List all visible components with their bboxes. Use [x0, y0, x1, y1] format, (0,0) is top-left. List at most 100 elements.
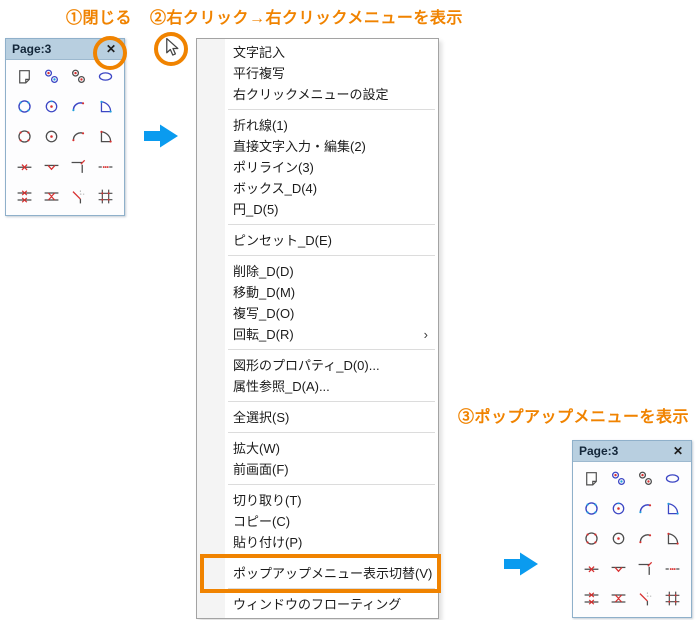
menu-item[interactable]: 図形のプロパティ_D(0)...: [197, 355, 438, 376]
arc-dark-icon[interactable]: [637, 530, 654, 547]
menu-item[interactable]: 移動_D(M): [197, 282, 438, 303]
arrow-right-icon: [503, 551, 539, 582]
arrow-right-icon: [143, 123, 179, 154]
menu-item[interactable]: 右クリックメニューの設定: [197, 84, 438, 105]
menu-item[interactable]: 文字記入: [197, 42, 438, 63]
menu-item[interactable]: ウィンドウのフローティング: [197, 594, 438, 615]
double-line-break-icon[interactable]: [583, 590, 600, 607]
menu-item[interactable]: 回転_D(R) ›: [197, 324, 438, 345]
palette-title: Page:3: [579, 444, 619, 458]
double-circle-dark-icon[interactable]: [637, 470, 654, 487]
circle-center-dark-icon[interactable]: [610, 530, 627, 547]
close-highlight-ring: [93, 36, 127, 70]
fan-dark-icon[interactable]: [664, 530, 681, 547]
menu-item[interactable]: 全選択(S): [197, 407, 438, 428]
double-line-break-icon[interactable]: [16, 188, 33, 205]
menu-item[interactable]: 前画面(F): [197, 459, 438, 480]
menu-item[interactable]: 折れ線(1): [197, 115, 438, 136]
menu-item-label: 文字記入: [233, 45, 286, 60]
circle-center-blue-icon[interactable]: [610, 500, 627, 517]
circle-center-dark-icon[interactable]: [43, 128, 60, 145]
menu-item[interactable]: ポリライン(3): [197, 157, 438, 178]
double-line-vertex-icon[interactable]: [43, 188, 60, 205]
palette-icon-grid: [573, 462, 691, 611]
menu-item[interactable]: ポップアップメニュー表示切替(V): [197, 554, 441, 593]
menu-item[interactable]: 複写_D(O): [197, 303, 438, 324]
menu-separator: [228, 557, 435, 558]
menu-item[interactable]: 貼り付け(P): [197, 532, 438, 553]
menu-separator: [228, 349, 435, 350]
double-line-vertex-icon[interactable]: [610, 590, 627, 607]
fan-blue-icon[interactable]: [664, 500, 681, 517]
mouse-cursor-icon: [162, 37, 181, 63]
menu-item-label: 全選択(S): [233, 410, 290, 425]
menu-item[interactable]: 切り取り(T): [197, 490, 438, 511]
menu-item[interactable]: ボックス_D(4): [197, 178, 438, 199]
menu-separator: [228, 255, 435, 256]
palette-title: Page:3: [12, 42, 52, 56]
circle-nodes-blue-icon[interactable]: [16, 98, 33, 115]
line-break-icon[interactable]: [583, 560, 600, 577]
circle-nodes-dark-icon[interactable]: [583, 530, 600, 547]
ellipse-icon[interactable]: [97, 68, 114, 85]
circle-center-blue-icon[interactable]: [43, 98, 60, 115]
menu-item-label: ポップアップメニュー表示切替(V): [233, 566, 433, 581]
menu-item[interactable]: 属性参照_D(A)...: [197, 376, 438, 397]
menu-item-label: 回転_D(R): [233, 327, 294, 342]
menu-item[interactable]: 削除_D(D): [197, 261, 438, 282]
double-circle-blue-icon[interactable]: [43, 68, 60, 85]
menu-item[interactable]: 平行複写: [197, 63, 438, 84]
chamfer-line-icon[interactable]: [637, 590, 654, 607]
ellipse-icon[interactable]: [664, 470, 681, 487]
tutorial-page: ①閉じる ②右クリック→右クリックメニューを表示 ③ポップアップメニューを表示 …: [0, 0, 700, 620]
menu-item-label: 拡大(W): [233, 441, 280, 456]
menu-separator: [228, 109, 435, 110]
line-vertex-icon[interactable]: [43, 158, 60, 175]
chamfer-line-icon[interactable]: [70, 188, 87, 205]
arc-blue-icon[interactable]: [70, 98, 87, 115]
corner-line-icon[interactable]: [70, 158, 87, 175]
line-vertex-icon[interactable]: [610, 560, 627, 577]
close-icon[interactable]: ✕: [671, 445, 685, 457]
annotation-step2: ②右クリック→右クリックメニューを表示: [150, 10, 463, 27]
menu-item-label: 複写_D(O): [233, 306, 295, 321]
dotted-line-icon[interactable]: [97, 158, 114, 175]
menu-item-label: ウィンドウのフローティング: [233, 597, 402, 612]
circle-nodes-blue-icon[interactable]: [583, 500, 600, 517]
arc-dark-icon[interactable]: [70, 128, 87, 145]
menu-separator: [228, 432, 435, 433]
menu-item[interactable]: 拡大(W): [197, 438, 438, 459]
menu-item-label: 直接文字入力・編集(2): [233, 139, 366, 154]
lattice-line-icon[interactable]: [664, 590, 681, 607]
double-circle-dark-icon[interactable]: [70, 68, 87, 85]
circle-nodes-dark-icon[interactable]: [16, 128, 33, 145]
menu-item-label: 削除_D(D): [233, 264, 294, 279]
menu-item-label: 切り取り(T): [233, 493, 302, 508]
double-circle-blue-icon[interactable]: [610, 470, 627, 487]
menu-separator: [228, 401, 435, 402]
new-page-icon[interactable]: [16, 68, 33, 85]
fan-dark-icon[interactable]: [97, 128, 114, 145]
menu-item[interactable]: 直接文字入力・編集(2): [197, 136, 438, 157]
menu-item-label: 折れ線(1): [233, 118, 288, 133]
menu-item-label: 円_D(5): [233, 202, 279, 217]
menu-item[interactable]: 円_D(5): [197, 199, 438, 220]
menu-item-label: 移動_D(M): [233, 285, 296, 300]
menu-item[interactable]: ピンセット_D(E): [197, 230, 438, 251]
new-page-icon[interactable]: [583, 470, 600, 487]
palette-titlebar[interactable]: Page:3 ✕: [573, 441, 691, 462]
menu-item[interactable]: コピー(C): [197, 511, 438, 532]
lattice-line-icon[interactable]: [97, 188, 114, 205]
tool-palette-window-bottom: Page:3 ✕: [572, 440, 692, 618]
dotted-line-icon[interactable]: [664, 560, 681, 577]
submenu-chevron-icon: ›: [423, 327, 428, 342]
menu-item-label: 平行複写: [233, 66, 286, 81]
menu-separator: [228, 224, 435, 225]
palette-icon-grid: [6, 60, 124, 209]
fan-blue-icon[interactable]: [97, 98, 114, 115]
arc-blue-icon[interactable]: [637, 500, 654, 517]
menu-separator: [228, 484, 435, 485]
menu-item-label: 右クリックメニューの設定: [233, 87, 389, 102]
corner-line-icon[interactable]: [637, 560, 654, 577]
line-break-icon[interactable]: [16, 158, 33, 175]
